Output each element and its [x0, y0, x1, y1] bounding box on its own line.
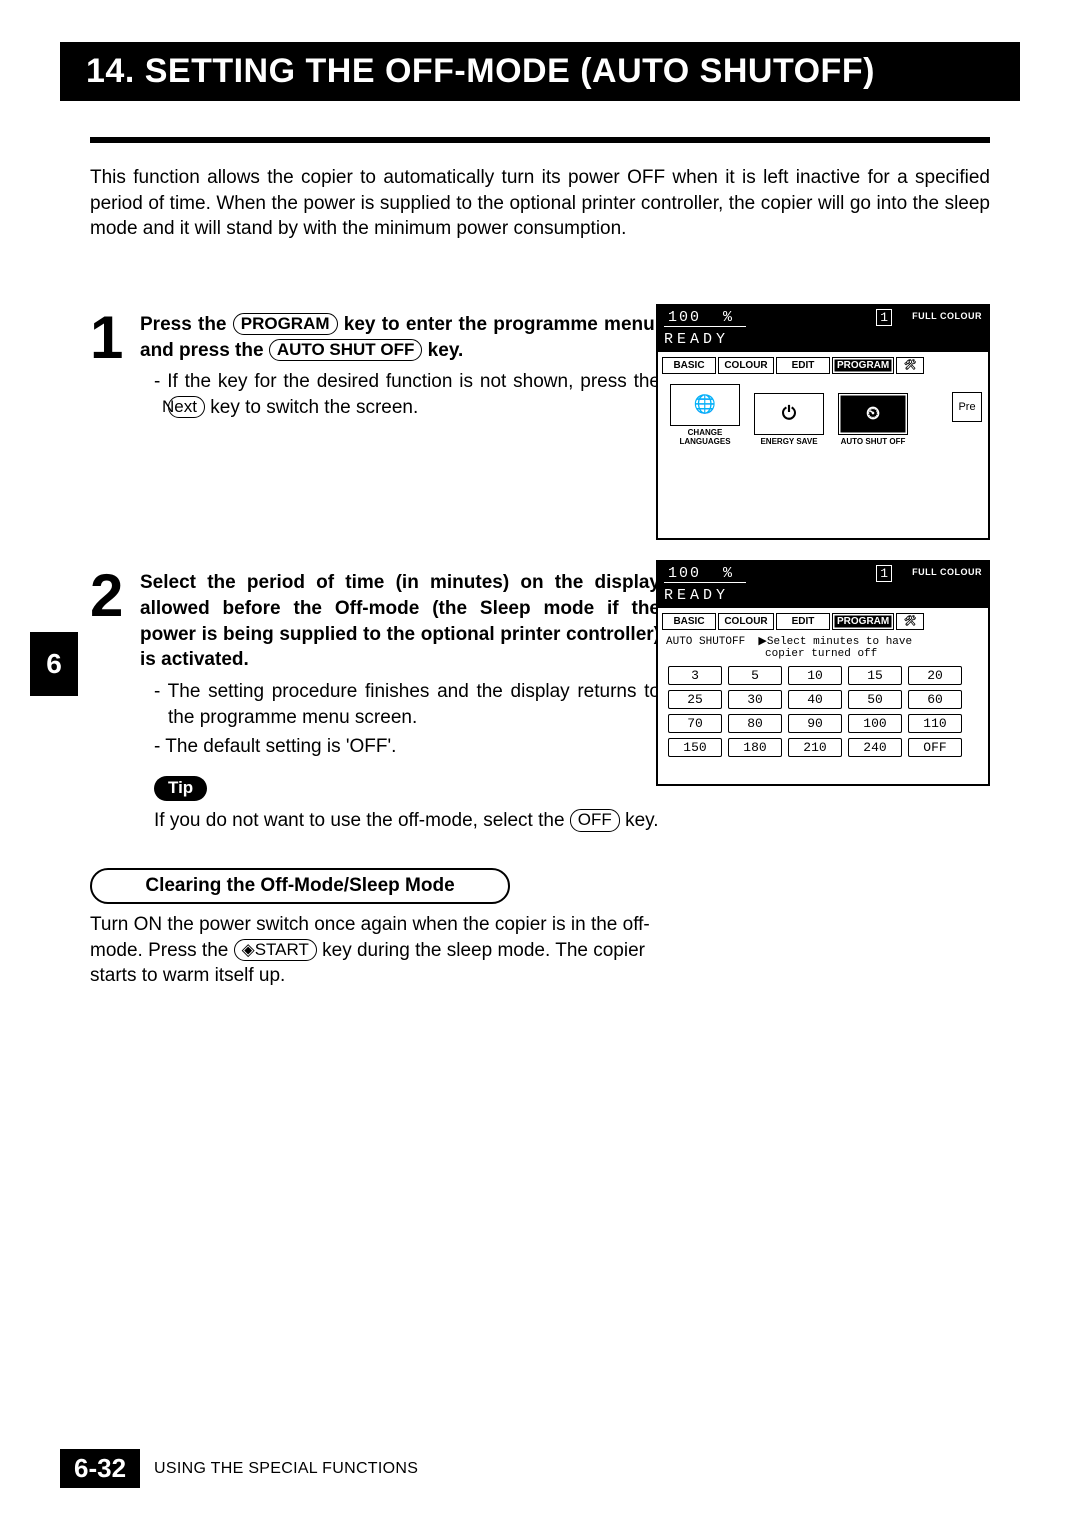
lcd-btn-change-languages: 🌐CHANGE LANGUAGES [670, 384, 740, 446]
step2-sub2: The default setting is 'OFF'. [168, 734, 660, 760]
lcd-ready: READY [664, 587, 982, 604]
lcd-minute-btn: 210 [788, 738, 842, 757]
lcd-minute-btn: 5 [728, 666, 782, 685]
step1-heading: Press the PROGRAM key to enter the progr… [140, 312, 660, 363]
lcd-minute-btn: 80 [728, 714, 782, 733]
lcd-instruction-line1: ▶Select minutes to have [758, 636, 912, 648]
step-number: 2 [90, 570, 130, 621]
step2-sub1: The setting procedure finishes and the d… [168, 679, 660, 730]
tip-text: If you do not want to use the off-mode, … [154, 809, 660, 832]
lcd-tab-colour: COLOUR [718, 357, 774, 374]
lcd-full-colour: FULL COLOUR [912, 311, 982, 321]
lcd-instruction-line2: copier turned off [765, 648, 877, 660]
lcd-minute-btn: 30 [728, 690, 782, 709]
lcd-minute-btn: 60 [908, 690, 962, 709]
lcd-tab-edit: EDIT [776, 357, 830, 374]
lcd-percent-sym: % [723, 309, 734, 326]
lcd-btn-auto-shutoff: ⏲AUTO SHUT OFF [838, 393, 908, 446]
program-key: PROGRAM [233, 313, 338, 336]
lcd-minute-btn: 15 [848, 666, 902, 685]
lcd-screen-program-menu: 100 % 1 FULL COLOUR READY BASIC COLOUR E… [656, 304, 990, 540]
lcd-btn-energy-save: ⏻ENERGY SAVE [754, 393, 824, 446]
step2-heading: Select the period of time (in minutes) o… [140, 570, 660, 673]
lcd-screen-auto-shutoff: 100 % 1 FULL COLOUR READY BASIC COLOUR E… [656, 560, 990, 786]
lcd-minute-btn: 40 [788, 690, 842, 709]
lcd-tab-basic: BASIC [662, 357, 716, 374]
start-key: ◈START [234, 939, 317, 962]
footer-section: USING THE SPECIAL FUNCTIONS [154, 1460, 418, 1478]
lcd-minute-btn: 150 [668, 738, 722, 757]
lcd-tab-colour: COLOUR [718, 613, 774, 630]
tip-badge: Tip [154, 776, 207, 801]
intro-paragraph: This function allows the copier to autom… [90, 165, 990, 242]
lcd-tab-program: PROGRAM [832, 357, 894, 374]
lcd-copies: 1 [876, 309, 892, 326]
lcd-percent-sym: % [723, 565, 734, 582]
lcd-minute-btn: 240 [848, 738, 902, 757]
divider [90, 137, 990, 143]
lcd-tab-tools-icon: 🛠 [896, 613, 924, 630]
page-footer: 6-32 USING THE SPECIAL FUNCTIONS [60, 1449, 418, 1488]
lcd-minute-btn: 90 [788, 714, 842, 733]
callout-body: Turn ON the power switch once again when… [90, 912, 650, 989]
step1-sub: If the key for the desired function is n… [168, 369, 660, 420]
page-title: 14. SETTING THE OFF-MODE (AUTO SHUTOFF) [60, 42, 1020, 101]
lcd-tab-tools-icon: 🛠 [896, 357, 924, 374]
lcd-percent: 100 [668, 309, 701, 326]
lcd-minute-grid: 3 5 10 15 20 25 30 40 50 60 70 80 90 100… [658, 664, 988, 768]
step-number: 1 [90, 312, 130, 363]
lcd-percent: 100 [668, 565, 701, 582]
page-number: 6-32 [60, 1449, 140, 1488]
lcd-minute-btn: 20 [908, 666, 962, 685]
lcd-minute-btn: 3 [668, 666, 722, 685]
lcd-minute-btn: OFF [908, 738, 962, 757]
lcd-minute-btn: 110 [908, 714, 962, 733]
lcd-tab-basic: BASIC [662, 613, 716, 630]
lcd-minute-btn: 70 [668, 714, 722, 733]
callout-heading: Clearing the Off-Mode/Sleep Mode [90, 868, 510, 904]
auto-shut-off-key: AUTO SHUT OFF [269, 339, 423, 362]
chapter-tab: 6 [30, 632, 78, 696]
lcd-full-colour: FULL COLOUR [912, 567, 982, 577]
lcd-minute-btn: 25 [668, 690, 722, 709]
lcd-instruction-label: AUTO SHUTOFF [666, 636, 745, 648]
lcd-minute-btn: 10 [788, 666, 842, 685]
next-key: Next [168, 396, 205, 419]
lcd-tab-program: PROGRAM [832, 613, 894, 630]
lcd-minute-btn: 100 [848, 714, 902, 733]
lcd-minute-btn: 50 [848, 690, 902, 709]
off-key: OFF [570, 809, 620, 832]
lcd-ready: READY [664, 331, 982, 348]
lcd-minute-btn: 180 [728, 738, 782, 757]
lcd-btn-pre: Pre [952, 392, 982, 422]
lcd-tab-edit: EDIT [776, 613, 830, 630]
lcd-copies: 1 [876, 565, 892, 582]
